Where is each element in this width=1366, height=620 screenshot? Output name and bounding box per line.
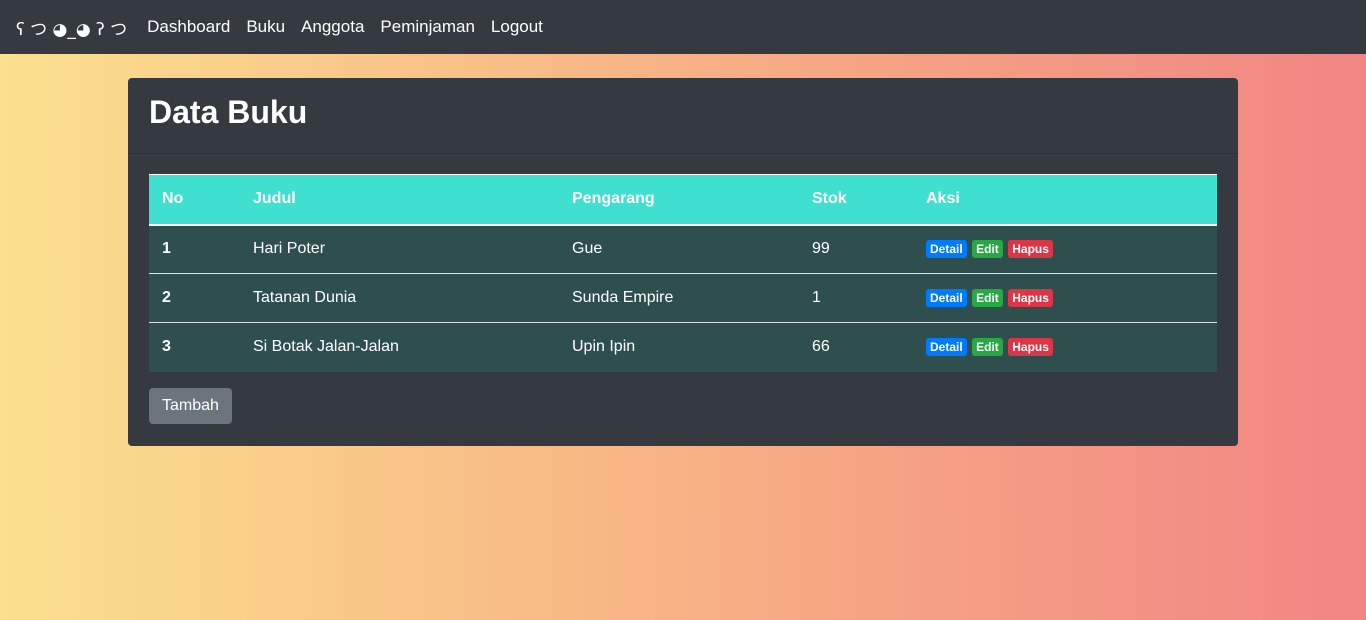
cell-no: 3 [162,338,171,356]
detail-button[interactable]: Detail [926,240,967,259]
edit-button[interactable]: Edit [972,240,1003,259]
cell-judul: Hari Poter [253,240,326,258]
nav-link-dashboard[interactable]: Dashboard [147,17,230,37]
detail-button[interactable]: Detail [926,338,967,357]
edit-button[interactable]: Edit [972,338,1003,357]
cell-stok: 1 [812,289,821,306]
books-table: No Judul Pengarang Stok Aksi 1 Hari Pote… [149,174,1217,372]
column-header-aksi: Aksi [913,174,1217,226]
tambah-button[interactable]: Tambah [149,387,232,424]
card-body: No Judul Pengarang Stok Aksi 1 Hari Pote… [128,154,1238,444]
brand-logo[interactable]: ʕ つ ◕_◕ ʔ つ [16,15,127,40]
cell-judul: Si Botak Jalan-Jalan [253,338,399,356]
column-header-pengarang: Pengarang [559,174,799,226]
column-header-stok: Stok [799,174,913,226]
page-title: Data Buku [149,94,308,130]
navbar: ʕ つ ◕_◕ ʔ つ Dashboard Buku Anggota Pemin… [0,0,1366,54]
table-header-row: No Judul Pengarang Stok Aksi [149,174,1217,226]
nav-link-logout[interactable]: Logout [491,17,543,37]
column-header-judul: Judul [240,174,559,226]
card-header: Data Buku [128,78,1238,154]
column-header-no: No [149,174,240,226]
edit-button[interactable]: Edit [972,289,1003,307]
detail-button[interactable]: Detail [926,289,967,307]
cell-aksi: Detail Edit Hapus [913,323,1217,372]
cell-pengarang: Upin Ipin [572,338,636,356]
cell-judul: Tatanan Dunia [253,289,357,306]
nav-link-anggota[interactable]: Anggota [301,17,364,37]
hapus-button[interactable]: Hapus [1008,240,1053,259]
nav-link-peminjaman[interactable]: Peminjaman [380,17,475,37]
cell-stok: 99 [812,240,830,258]
cell-aksi: Detail Edit Hapus [913,274,1217,323]
table-row: 3 Si Botak Jalan-Jalan Upin Ipin 66 Deta… [149,322,1217,372]
table-row: 2 Tatanan Dunia Sunda Empire 1 Detail Ed… [149,273,1217,323]
cell-aksi: Detail Edit Hapus [913,225,1217,274]
nav-link-buku[interactable]: Buku [246,17,285,37]
hapus-button[interactable]: Hapus [1008,338,1053,357]
cell-no: 1 [162,240,171,258]
cell-pengarang: Sunda Empire [572,289,674,306]
table-row: 1 Hari Poter Gue 99 Detail Edit Hapus [149,224,1217,274]
cell-no: 2 [162,289,171,306]
data-buku-card: Data Buku No Judul Pengarang Stok Aksi 1… [128,78,1238,446]
cell-stok: 66 [812,338,830,356]
cell-pengarang: Gue [572,240,603,258]
hapus-button[interactable]: Hapus [1008,289,1053,307]
